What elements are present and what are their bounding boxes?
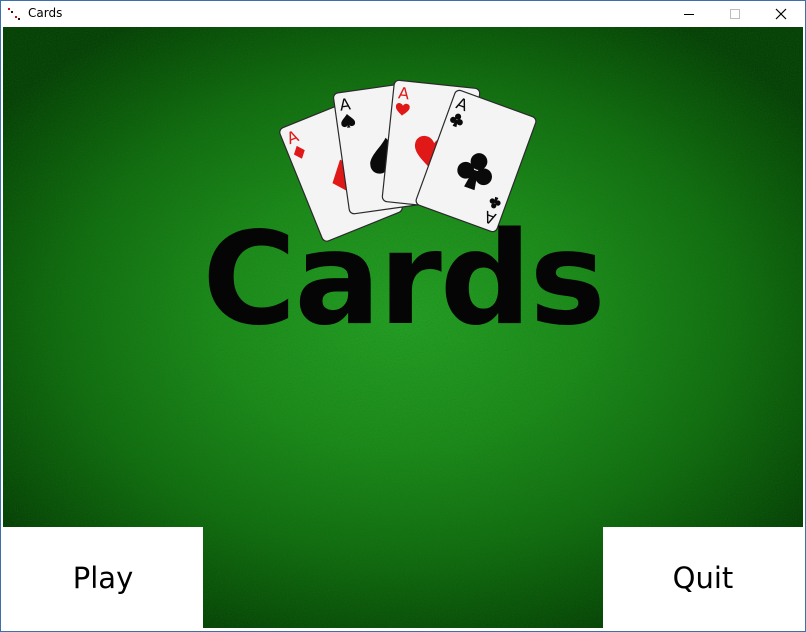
card-rank-label: A [397,83,410,103]
maximize-icon [730,9,740,19]
title-bar[interactable]: Cards [1,1,805,27]
minimize-icon [684,14,694,15]
minimize-button[interactable] [666,1,712,27]
close-icon [775,8,787,20]
app-window: Cards A A A A A Cards Play Quit [0,0,806,632]
play-button[interactable]: Play [3,527,203,628]
maximize-button[interactable] [712,1,758,27]
window-title: Cards [28,6,63,20]
quit-button[interactable]: Quit [603,527,803,628]
app-icon [8,8,20,20]
game-canvas: AAAAAAAA Cards Play Quit [3,27,803,628]
close-button[interactable] [758,1,804,27]
game-title: Cards [202,205,605,354]
